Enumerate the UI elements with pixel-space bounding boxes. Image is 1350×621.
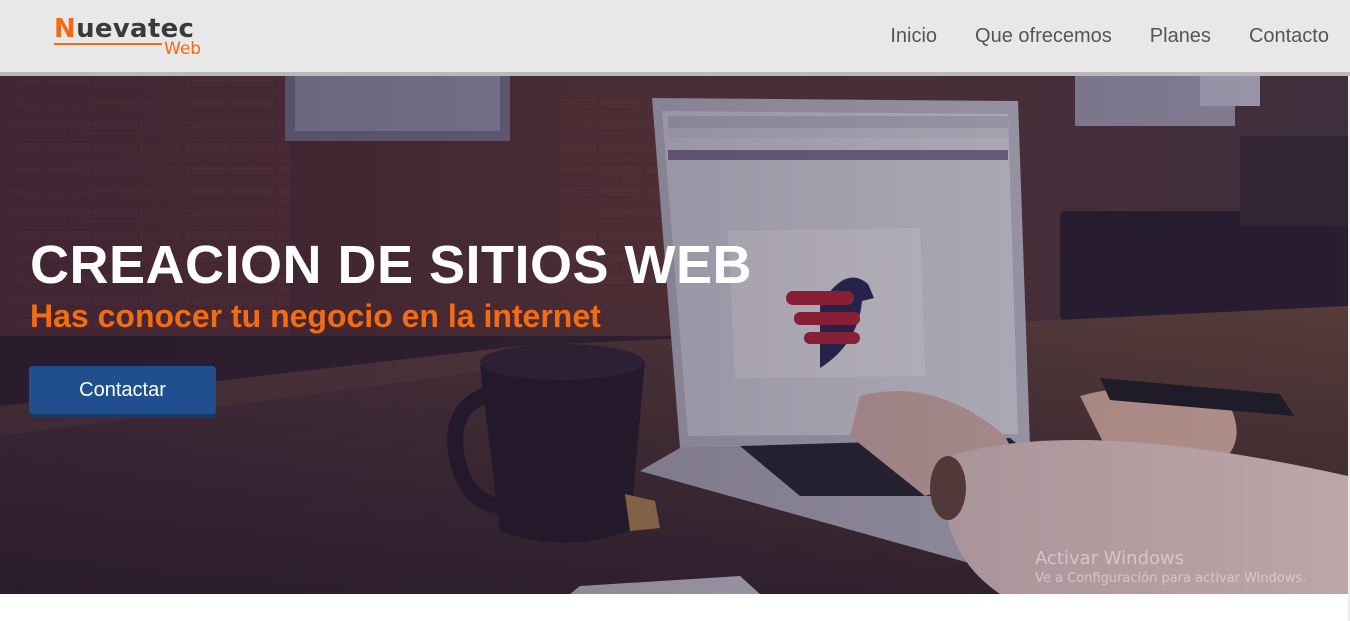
watermark-title: Activar Windows — [1035, 548, 1185, 569]
nav-link-planes[interactable]: Planes — [1150, 24, 1211, 48]
main-nav: Inicio Que ofrecemos Planes Contacto — [852, 24, 1329, 48]
nuevatec-logo[interactable]: Nuevatec Web — [54, 14, 214, 60]
hero-background-image — [0, 76, 1348, 594]
logo-subtext: Web — [164, 39, 202, 59]
nav-link-que-ofrecemos[interactable]: Que ofrecemos — [975, 24, 1112, 48]
watermark-subtitle: Ve a Configuración para activar Windows. — [1035, 571, 1307, 586]
nav-link-contacto[interactable]: Contacto — [1249, 24, 1329, 48]
contact-button[interactable]: Contactar — [29, 366, 216, 414]
hero-title: CREACION DE SITIOS WEB — [30, 235, 753, 296]
hero-section: CREACION DE SITIOS WEB Has conocer tu ne… — [0, 76, 1348, 594]
site-header: Nuevatec Web Inicio Que ofrecemos Planes… — [0, 0, 1350, 76]
windows-activation-watermark: Activar Windows Ve a Configuración para … — [1035, 548, 1306, 588]
hero-subtitle: Has conocer tu negocio en la internet — [30, 297, 601, 334]
nav-link-inicio[interactable]: Inicio — [890, 24, 937, 48]
logo-underline — [54, 43, 162, 45]
